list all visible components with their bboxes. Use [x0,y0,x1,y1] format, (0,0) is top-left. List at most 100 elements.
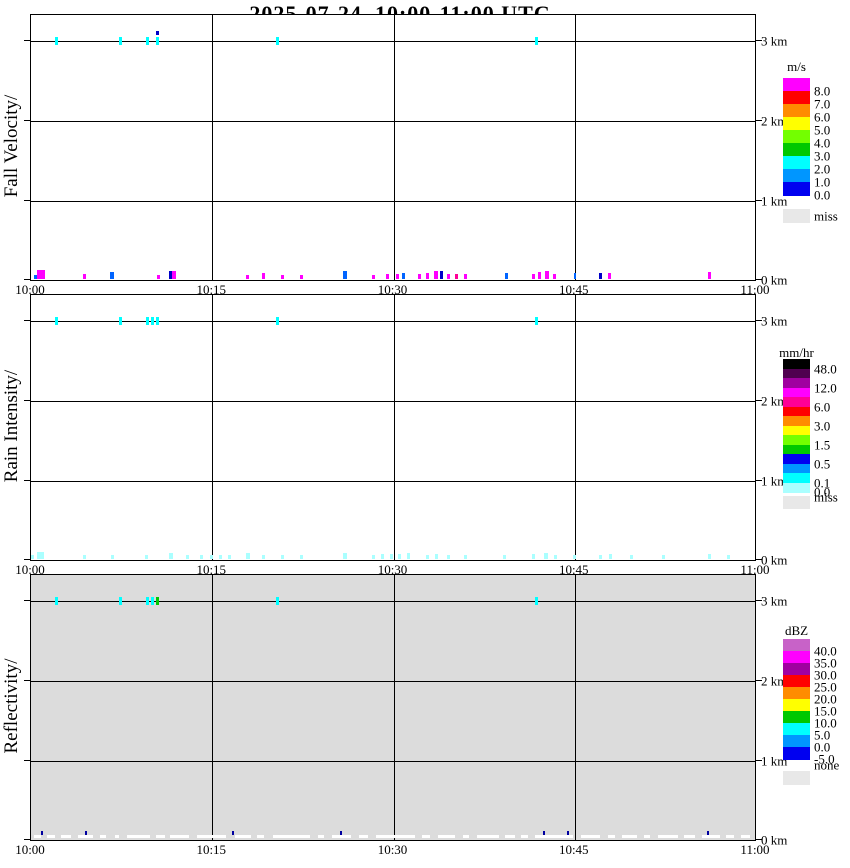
colorbar-box [783,425,810,436]
echo-dot-surface [41,831,44,835]
colorbar-tick-label: 0.0 [814,187,831,203]
echo-mark-surface [169,553,174,559]
fall-velocity-plot-area [30,14,756,281]
echo-mark-3km [155,317,159,325]
echo-mark-surface [426,273,430,279]
gridline-horizontal [31,681,755,682]
echo-mark-surface [406,553,410,559]
miss-dash-surface [421,835,430,838]
colorbar-title: m/s [787,59,806,74]
miss-dash-surface [46,835,56,838]
miss-dash-surface [170,835,190,838]
miss-dash-surface [78,835,93,838]
echo-mark-3km [276,37,280,45]
time-tick-label: 10:00 [15,842,45,857]
echo-mark-surface [300,275,304,279]
echo-mark-surface [552,274,556,279]
miss-dash-surface [658,835,678,838]
colorbar-box [783,169,810,183]
echo-mark-surface [434,554,438,559]
echo-mark-3km [119,317,123,325]
echo-mark-3km [146,317,150,325]
echo-mark-3km [534,37,538,45]
colorbar-box [783,735,810,748]
echo-mark-3km [155,597,159,605]
y-tick-left [24,320,30,321]
colorbar-title: mm/hr [779,345,814,360]
echo-mark-surface [426,555,430,559]
miss-dash-surface [114,835,120,838]
colorbar-box [783,463,810,474]
miss-dash-surface [332,835,352,838]
echo-mark-3km [55,597,59,605]
gridline-horizontal [31,481,755,482]
miss-dash-surface [61,835,72,838]
colorbar-tick-label: 0.5 [814,456,831,471]
time-tick-label: 10:00 [15,562,45,577]
echo-mark-3km [534,317,538,325]
gridline-horizontal [31,41,755,42]
gridline-horizontal [31,321,755,322]
miss-dash-surface [358,835,369,838]
colorbar-tick-label: 3.0 [814,418,831,433]
miss-dash-surface [235,835,252,838]
echo-mark-surface [110,555,114,559]
echo-mark-surface [172,271,177,279]
echo-mark-surface [245,553,250,559]
gridline-vertical [574,295,576,560]
colorbar-box [783,723,810,736]
echo-mark-surface [504,273,508,279]
miss-dash-surface [701,835,720,838]
echo-mark-surface [417,274,421,279]
echo-mark-surface [386,274,390,279]
echo-mark-surface [401,273,405,279]
gridline-vertical [393,15,395,280]
echo-mark-surface [538,272,542,279]
colorbar-title: dBZ [784,623,809,638]
echo-mark-surface [434,271,438,279]
echo-mark-surface [371,555,375,559]
echo-mark-surface [389,554,393,559]
reflectivity-axis-label: Reflectivity/ [1,658,22,754]
colorbar-box [783,156,810,170]
echo-mark-surface [463,555,467,559]
km-label: 3 km [761,593,788,609]
y-tick-left [24,200,30,201]
colorbar-miss-label: none [814,757,840,773]
colorbar-box [783,397,810,407]
miss-dash-surface [272,835,311,838]
echo-dot-surface [706,831,709,835]
rain-intensity-axis-label: Rain Intensity/ [1,369,22,483]
echo-mark-3km [119,37,123,45]
echo-mark-surface [110,272,115,279]
time-tick-label: 10:15 [196,282,227,297]
colorbar-miss-box [783,209,810,223]
miss-dash-surface [683,835,695,838]
echo-mark-surface [707,272,711,279]
miss-dash-surface [126,835,150,838]
miss-dash-surface [581,835,601,838]
colorbar-box [783,143,810,157]
echo-mark-3km [276,597,280,605]
echo-mark-surface [532,274,536,279]
echo-mark-surface [281,555,285,559]
miss-dash-surface [535,835,573,838]
echo-mark-surface [543,553,548,559]
colorbar-box [783,368,810,379]
echo-mark-surface [36,270,45,279]
echo-mark-surface [261,273,265,279]
echo-mark-surface [608,554,612,559]
reflectivity-plot-area [30,574,756,841]
colorbar-box [783,711,810,724]
echo-mark-surface [37,552,45,559]
echo-mark-surface [503,555,507,559]
echo-mark-surface [343,271,348,279]
echo-mark-surface [82,274,86,279]
miss-dash-surface [477,835,499,838]
colorbar-box [783,435,810,445]
colorbar-tick-label: 6.0 [814,399,831,414]
echo-mark-3km [146,597,150,605]
gridline-vertical [393,575,395,840]
colorbar-box [783,687,810,700]
gridline-vertical [212,295,214,560]
